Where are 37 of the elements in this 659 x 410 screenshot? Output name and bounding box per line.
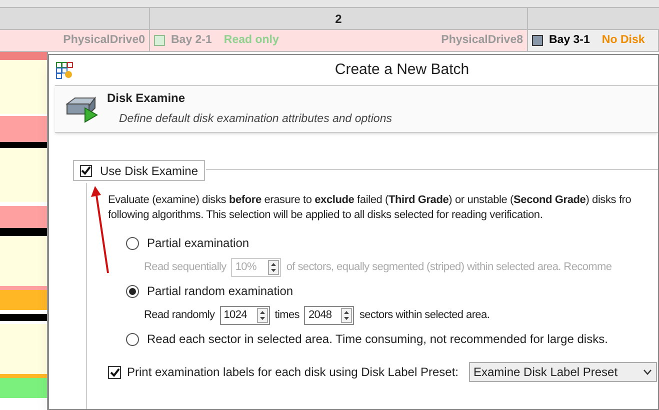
description-text: Evaluate (examine) disks before erasure to exclude failed (Third Grade) or unstable (Second Grade) disks fro following algorithms. This selection will be applied to all disks selected for reading verification. [108, 193, 632, 223]
drive-name: PhysicalDrive8 [441, 32, 523, 48]
chevron-down-icon [642, 369, 652, 375]
column-header: 2 [335, 10, 342, 28]
spin-arrows-icon[interactable] [256, 308, 268, 322]
radio-button[interactable] [126, 332, 139, 346]
print-labels-label: Print examination labels for each disk using Disk Label Preset: [127, 364, 458, 381]
checkbox[interactable] [80, 164, 92, 176]
detail-text: of sectors, equally segmented (striped) within selected area. Recomme [286, 260, 612, 275]
option-label: Partial random examination [147, 283, 294, 300]
disk-play-icon [65, 94, 99, 124]
grid-gear-icon [56, 62, 73, 78]
status-square-icon [532, 35, 543, 46]
checkbox[interactable] [108, 366, 121, 378]
preset-dropdown[interactable]: Examine Disk Label Preset [468, 362, 656, 382]
radio-button[interactable] [126, 236, 139, 250]
use-disk-examine-checkbox[interactable]: Use Disk Examine [73, 160, 206, 181]
detail-text: Read randomly [144, 308, 215, 323]
spin-field[interactable]: 1024 [220, 306, 270, 324]
status-square-icon [154, 35, 165, 46]
option-label: Read each sector in selected area. Time consuming, not recommended for large disks. [147, 331, 608, 348]
option-label: Partial examination [147, 235, 250, 252]
detail-text: Read sequentially [144, 260, 226, 275]
header-subtitle: Define default disk examination attributes and options [119, 112, 392, 128]
bay-name: Bay 3-1 [549, 32, 590, 48]
spin-arrows-icon[interactable] [268, 260, 280, 274]
spin-field[interactable]: 2048 [304, 306, 354, 324]
spin-arrows-icon[interactable] [341, 308, 352, 322]
bay-status: No Disk [602, 32, 645, 48]
header-title: Disk Examine [107, 90, 186, 108]
dialog-title: Create a New Batch [334, 61, 470, 78]
radio-button[interactable] [126, 284, 139, 298]
bay-name: Bay 2-1 [171, 32, 212, 48]
bay-status: Read only [224, 32, 279, 48]
drive-name: PhysicalDrive0 [63, 32, 145, 48]
detail-text: times [274, 308, 300, 323]
detail-text: sectors within selected area. [359, 308, 490, 323]
